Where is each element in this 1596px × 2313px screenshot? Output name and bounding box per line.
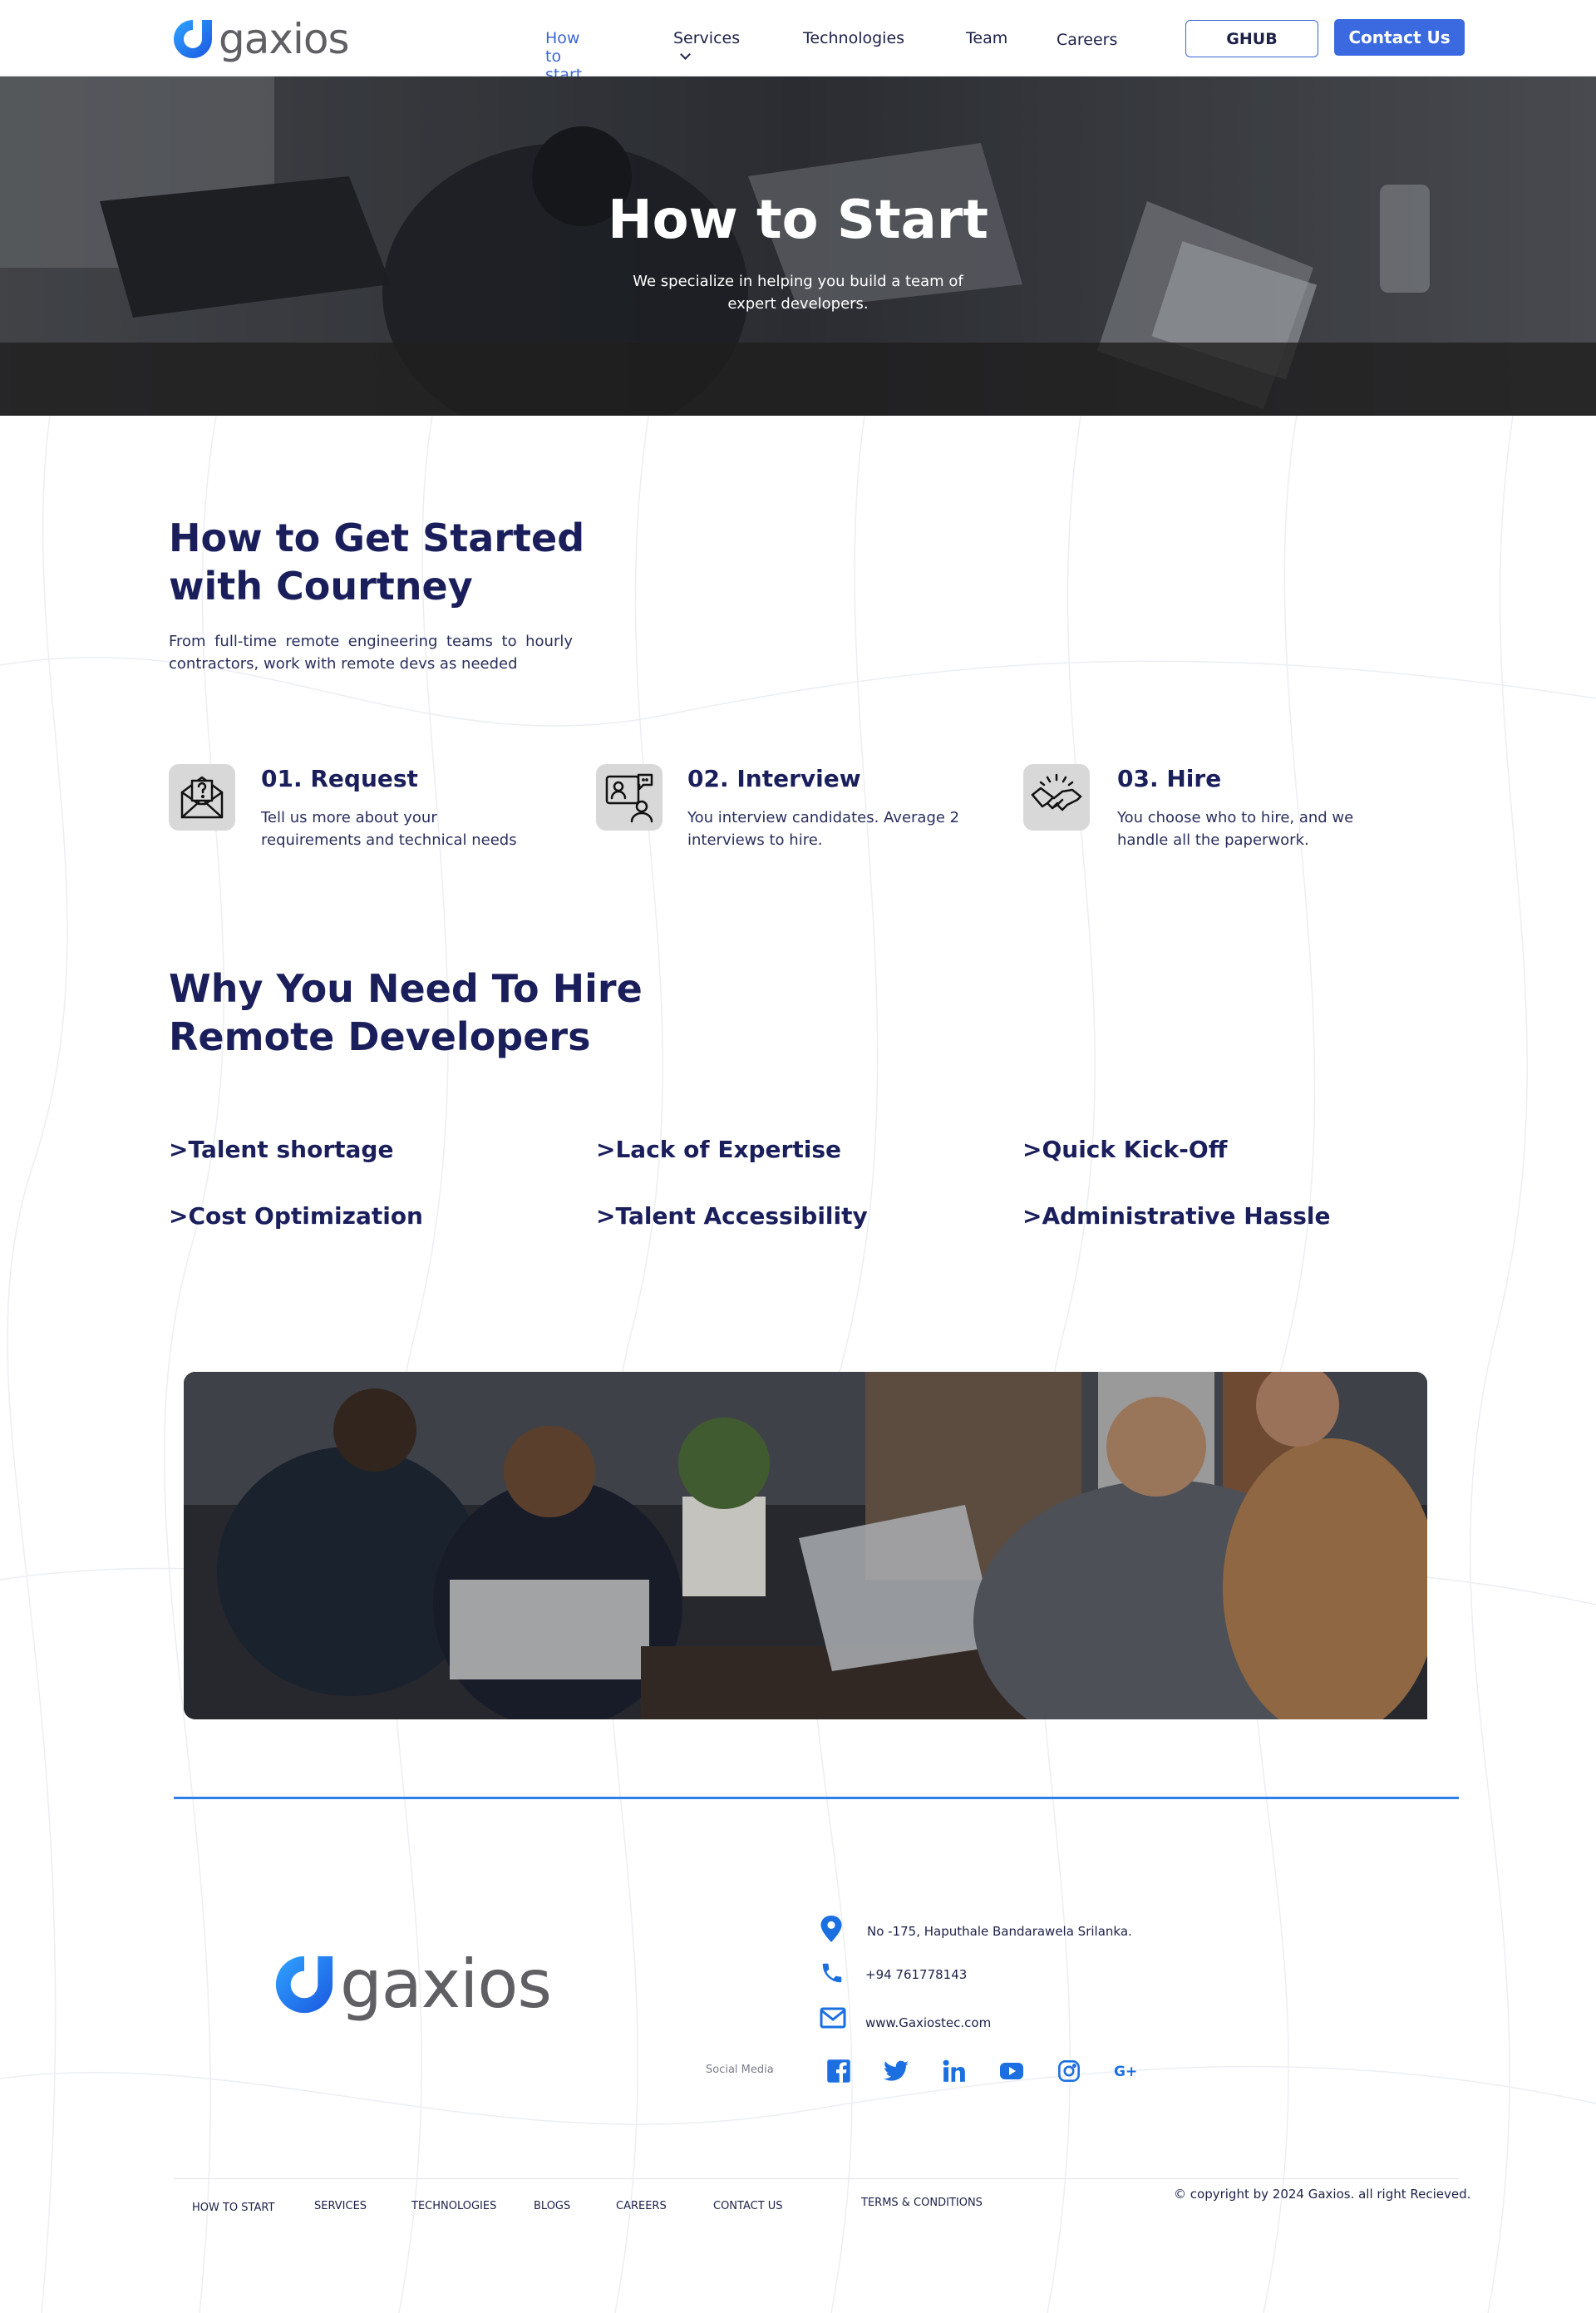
footer-logo-wordmark: gaxios: [340, 1946, 552, 2023]
interview-step-desc: You interview candidates. Average 2 inte…: [687, 809, 960, 849]
footer-link-technologies[interactable]: TECHNOLOGIES: [411, 2200, 496, 2212]
footer-link-terms[interactable]: TERMS & CONDITIONS: [861, 2197, 983, 2209]
nav-services[interactable]: Services: [673, 29, 740, 66]
hero-title: How to Start: [608, 190, 988, 251]
nav-services-label: Services: [673, 29, 741, 47]
footer-link-how-to-start[interactable]: HOW TO START: [192, 2202, 274, 2214]
logo-wordmark: gaxios: [219, 15, 349, 63]
section-divider: [174, 1797, 1459, 1799]
instagram-icon[interactable]: [1055, 2057, 1083, 2085]
footer-separator: [174, 2178, 1459, 2179]
reason-item: >Administrative Hassle: [1022, 1202, 1331, 1230]
nav-careers[interactable]: Careers: [1057, 31, 1117, 49]
svg-text:G+: G+: [1114, 2064, 1137, 2080]
youtube-icon[interactable]: [998, 2057, 1026, 2085]
reason-item: >Talent Accessibility: [596, 1202, 868, 1230]
footer-address: No -175, Haputhale Bandarawela Srilanka.: [867, 1924, 1132, 1939]
footer-link-careers[interactable]: CAREERS: [616, 2200, 667, 2212]
handshake-icon: [1031, 773, 1082, 811]
video-interview-icon: [605, 773, 653, 823]
chevron-down-icon: [680, 49, 691, 60]
nav-technologies[interactable]: Technologies: [803, 29, 904, 47]
linkedin-icon[interactable]: [940, 2057, 968, 2085]
footer-link-blogs[interactable]: BLOGS: [534, 2200, 570, 2212]
footer-phone[interactable]: +94 761778143: [865, 1967, 967, 1982]
ghub-button[interactable]: GHUB: [1185, 20, 1318, 57]
team-working-photo: [184, 1372, 1427, 1719]
phone-icon: [822, 1963, 842, 1983]
request-step-desc: Tell us more about your requirements and…: [261, 809, 517, 849]
get-started-title: How to Get Started with Courtney: [169, 515, 585, 609]
team-photo-image: [184, 1372, 1427, 1719]
gaxios-logo-icon: [275, 1955, 333, 2013]
hero-subtitle: We specialize in helping you build a tea…: [633, 273, 963, 313]
reason-item: >Cost Optimization: [169, 1202, 423, 1230]
gaxios-logo-icon: [174, 20, 212, 58]
hire-step-icon-box: [1023, 764, 1090, 831]
nav-team[interactable]: Team: [966, 29, 1007, 47]
footer-logo[interactable]: gaxios: [268, 1946, 552, 2023]
interview-step-title: 02. Interview: [687, 765, 861, 792]
hire-step-title: 03. Hire: [1117, 765, 1222, 792]
twitter-icon[interactable]: [882, 2057, 910, 2085]
footer-website[interactable]: www.Gaxiostec.com: [865, 2015, 991, 2030]
request-step-icon-box: [169, 764, 235, 831]
reason-item: >Talent shortage: [169, 1136, 394, 1163]
interview-step-icon-box: [596, 764, 663, 831]
request-step-title: 01. Request: [261, 765, 418, 792]
hire-step-desc: You choose who to hire, and we handle al…: [1117, 809, 1354, 849]
social-media-label: Social Media: [706, 2064, 774, 2076]
copyright-text: © copyright by 2024 Gaxios. all right Re…: [1174, 2187, 1471, 2202]
location-pin-icon: [820, 1916, 842, 1942]
footer-link-services[interactable]: SERVICES: [314, 2200, 367, 2212]
facebook-icon[interactable]: [825, 2057, 853, 2085]
reason-item: >Lack of Expertise: [596, 1136, 841, 1163]
envelope-question-icon: [180, 776, 224, 819]
google-plus-icon[interactable]: G+: [1112, 2057, 1140, 2085]
why-hire-title: Why You Need To Hire Remote Developers: [169, 966, 643, 1059]
reason-item: >Quick Kick-Off: [1022, 1136, 1228, 1163]
email-icon: [820, 2007, 846, 2029]
header-logo[interactable]: gaxios: [169, 15, 349, 63]
background-pattern: [0, 416, 1596, 2313]
footer-link-contact-us[interactable]: CONTACT US: [713, 2200, 783, 2212]
get-started-lead: From full-time remote engineering teams …: [169, 633, 573, 673]
contact-us-button[interactable]: Contact Us: [1334, 19, 1465, 56]
